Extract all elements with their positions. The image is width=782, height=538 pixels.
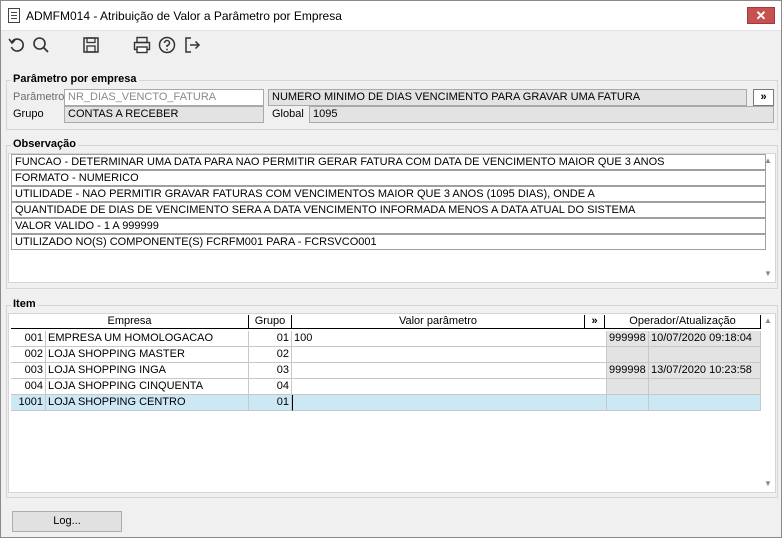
column-header-grupo[interactable]: Grupo [249, 315, 292, 329]
cell-data [649, 395, 761, 411]
scroll-down-icon[interactable]: ▼ [763, 479, 773, 489]
help-icon[interactable] [157, 35, 177, 55]
exit-icon[interactable] [182, 35, 202, 55]
save-icon[interactable] [81, 35, 101, 55]
cell-valor[interactable] [292, 347, 607, 363]
parametro-legend: Parâmetro por empresa [11, 73, 139, 85]
observacao-text-area[interactable]: FUNCAO - DETERMINAR UMA DATA PARA NAO PE… [8, 153, 776, 283]
observacao-line: QUANTIDADE DE DIAS DE VENCIMENTO SERA A … [11, 202, 766, 218]
cell-code: 1001 [11, 395, 46, 411]
table-row[interactable]: 004 LOJA SHOPPING CINQUENTA 04 [11, 379, 767, 395]
table-row-selected[interactable]: 1001 LOJA SHOPPING CENTRO 01 [11, 395, 767, 411]
item-legend: Item [11, 298, 38, 310]
cell-valor-editing[interactable] [292, 395, 607, 411]
print-icon[interactable] [132, 35, 152, 55]
column-header-operador[interactable]: Operador/Atualização [605, 315, 761, 329]
global-field: 1095 [309, 106, 774, 123]
cell-grupo: 01 [249, 395, 292, 411]
cell-operador [607, 395, 649, 411]
table-row[interactable]: 001 EMPRESA UM HOMOLOGACAO 01 100 999998… [11, 331, 767, 347]
observacao-line: VALOR VALIDO - 1 A 999999 [11, 218, 766, 234]
observacao-line: UTILIZADO NO(S) COMPONENTE(S) FCRFM001 P… [11, 234, 766, 250]
cell-grupo: 03 [249, 363, 292, 379]
column-header-empresa[interactable]: Empresa [11, 315, 249, 329]
cell-grupo: 04 [249, 379, 292, 395]
parametro-field[interactable]: NR_DIAS_VENCTO_FATURA [64, 89, 264, 106]
cell-grupo: 02 [249, 347, 292, 363]
cell-valor[interactable] [292, 379, 607, 395]
cell-operador: 999998 [607, 331, 649, 347]
cell-code: 004 [11, 379, 46, 395]
parametro-label: Parâmetro [13, 91, 65, 103]
document-icon [8, 8, 20, 23]
scroll-up-icon[interactable]: ▲ [763, 316, 773, 326]
log-button[interactable]: Log... [12, 511, 122, 532]
cell-data [649, 379, 761, 395]
expand-button[interactable]: » [753, 89, 774, 106]
cell-valor[interactable]: 100 [292, 331, 607, 347]
descricao-field: NUMERO MINIMO DE DIAS VENCIMENTO PARA GR… [268, 89, 747, 106]
cell-data: 10/07/2020 09:18:04 [649, 331, 761, 347]
observacao-legend: Observação [11, 138, 78, 150]
toolbar [1, 31, 781, 61]
cell-empresa: LOJA SHOPPING CENTRO [46, 395, 249, 411]
cell-grupo: 01 [249, 331, 292, 347]
refresh-icon[interactable] [7, 35, 27, 55]
observacao-line: FORMATO - NUMERICO [11, 170, 766, 186]
observacao-line: UTILIDADE - NAO PERMITIR GRAVAR FATURAS … [11, 186, 766, 202]
cell-operador [607, 347, 649, 363]
grupo-field: CONTAS A RECEBER [64, 106, 264, 123]
window: ADMFM014 - Atribuição de Valor a Parâmet… [0, 0, 782, 538]
cell-empresa: LOJA SHOPPING MASTER [46, 347, 249, 363]
title-bar: ADMFM014 - Atribuição de Valor a Parâmet… [1, 1, 781, 31]
table-row[interactable]: 003 LOJA SHOPPING INGA 03 999998 13/07/2… [11, 363, 767, 379]
cell-empresa: LOJA SHOPPING CINQUENTA [46, 379, 249, 395]
item-table: Empresa Grupo Valor parâmetro » Operador… [8, 313, 776, 493]
scroll-up-icon[interactable]: ▲ [763, 156, 773, 166]
cell-operador: 999998 [607, 363, 649, 379]
column-expand-button[interactable]: » [585, 315, 605, 329]
cell-empresa: EMPRESA UM HOMOLOGACAO [46, 331, 249, 347]
window-title: ADMFM014 - Atribuição de Valor a Parâmet… [26, 9, 342, 23]
search-icon[interactable] [31, 35, 51, 55]
cell-code: 002 [11, 347, 46, 363]
grupo-label: Grupo [13, 108, 44, 120]
observacao-line: FUNCAO - DETERMINAR UMA DATA PARA NAO PE… [11, 154, 766, 170]
cell-code: 001 [11, 331, 46, 347]
column-header-valor[interactable]: Valor parâmetro [292, 315, 585, 329]
cell-code: 003 [11, 363, 46, 379]
scroll-down-icon[interactable]: ▼ [763, 269, 773, 279]
close-button[interactable]: ✕ [747, 7, 775, 24]
table-row[interactable]: 002 LOJA SHOPPING MASTER 02 [11, 347, 767, 363]
cell-data [649, 347, 761, 363]
cell-data: 13/07/2020 10:23:58 [649, 363, 761, 379]
cell-operador [607, 379, 649, 395]
global-label: Global [272, 108, 304, 120]
cell-empresa: LOJA SHOPPING INGA [46, 363, 249, 379]
cell-valor[interactable] [292, 363, 607, 379]
